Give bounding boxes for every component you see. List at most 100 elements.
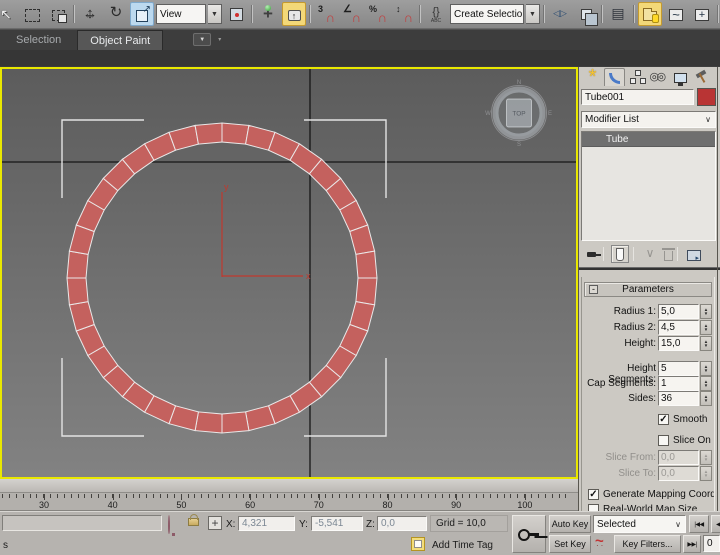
auto-key-button[interactable]: Auto Key bbox=[549, 515, 591, 533]
tube-segment[interactable] bbox=[356, 251, 377, 278]
use-pivot-point-center-button[interactable] bbox=[224, 2, 248, 26]
spinner-control[interactable]: ▲▼ bbox=[700, 376, 712, 391]
caret-down-icon: ▾ bbox=[218, 36, 221, 50]
ribbon-tab-object-paint[interactable]: Object Paint bbox=[77, 30, 163, 50]
object-name-field[interactable]: Tube001 bbox=[581, 89, 694, 105]
hierarchy-icon bbox=[629, 69, 645, 85]
tube-segment[interactable] bbox=[67, 278, 88, 305]
angle-snap-toggle-button[interactable] bbox=[340, 2, 364, 26]
snaps-toggle-3d-button[interactable] bbox=[314, 2, 338, 26]
configure-modifier-sets-button[interactable] bbox=[685, 245, 703, 263]
time-slider[interactable] bbox=[0, 479, 578, 493]
set-key-filters-curve-toggle[interactable] bbox=[593, 535, 611, 553]
set-keys-button[interactable] bbox=[512, 515, 546, 553]
go-to-end-button[interactable]: ▶▶| bbox=[683, 535, 701, 553]
ruler-tick bbox=[78, 494, 79, 498]
modifier-list-dropdown[interactable]: Modifier List ∨ bbox=[581, 111, 716, 128]
named-selection-sets-dropdown[interactable]: Create Selection Se bbox=[450, 4, 524, 24]
keyboard-shortcut-override-toggle-button[interactable] bbox=[282, 2, 306, 26]
schematic-view-button[interactable] bbox=[690, 2, 714, 26]
y-coordinate-field[interactable]: -5,541 bbox=[311, 516, 363, 531]
param-value-field[interactable]: 4,5 bbox=[658, 320, 699, 335]
tube-segment[interactable] bbox=[356, 278, 377, 305]
spinner-control[interactable]: ▲▼ bbox=[700, 361, 712, 376]
scene-explorer-toggle-button[interactable] bbox=[638, 2, 662, 26]
percent-snap-toggle-button[interactable] bbox=[366, 2, 390, 26]
select-and-rotate-button[interactable] bbox=[104, 2, 128, 26]
spinner-control[interactable]: ▲▼ bbox=[700, 391, 712, 406]
align-button[interactable] bbox=[574, 2, 598, 26]
spinner-control[interactable]: ▲▼ bbox=[700, 320, 712, 335]
selected-set-dropdown[interactable]: Selected ∨ bbox=[593, 515, 686, 533]
rectangular-selection-region-button[interactable] bbox=[20, 2, 44, 26]
spinner-snap-toggle-button[interactable] bbox=[392, 2, 416, 26]
pin-stack-button[interactable] bbox=[585, 245, 603, 263]
layer-manager-button[interactable] bbox=[606, 2, 630, 26]
mirror-button[interactable] bbox=[548, 2, 572, 26]
param-value-field[interactable]: 5,0 bbox=[658, 304, 699, 319]
command-panel-tab-display[interactable] bbox=[670, 68, 691, 86]
chevron-down-icon[interactable]: ▼ bbox=[526, 4, 540, 24]
edit-named-selection-sets-button[interactable] bbox=[424, 2, 448, 26]
chevron-down-icon[interactable]: ▼ bbox=[208, 4, 222, 24]
absolute-offset-mode-toggle[interactable] bbox=[208, 516, 222, 535]
ribbon-tab-selection[interactable]: Selection bbox=[4, 30, 73, 50]
select-and-manipulate-button[interactable] bbox=[256, 2, 280, 26]
go-to-start-button[interactable]: |◀◀ bbox=[689, 515, 709, 533]
viewport-canvas[interactable]: yxTOPNESW bbox=[2, 69, 576, 477]
panel-splitter[interactable] bbox=[579, 267, 720, 270]
tube-segment[interactable] bbox=[195, 412, 222, 433]
command-panel-tab-utilities[interactable] bbox=[692, 68, 713, 86]
track-bar[interactable]: 30405060708090100 bbox=[0, 494, 578, 511]
previous-frame-button[interactable]: ◀ bbox=[711, 515, 720, 533]
collapse-icon[interactable]: - bbox=[589, 285, 598, 294]
tube-segment[interactable] bbox=[222, 412, 249, 433]
select-and-move-button[interactable] bbox=[78, 2, 102, 26]
toolbar-separator bbox=[251, 5, 253, 23]
window-crossing-toggle-button[interactable] bbox=[46, 2, 70, 26]
set-key-button[interactable]: Set Key bbox=[549, 535, 591, 553]
tube-segment[interactable] bbox=[195, 123, 222, 144]
current-frame-field[interactable]: 0 bbox=[703, 535, 720, 552]
tube-segment[interactable] bbox=[67, 251, 88, 278]
make-unique-button[interactable] bbox=[641, 245, 659, 263]
checkbox-generate-mapping-coords-[interactable]: ✓ bbox=[588, 489, 599, 500]
tube-segment[interactable] bbox=[222, 123, 249, 144]
percent-snap-toggle-icon bbox=[370, 6, 386, 22]
status-line-field[interactable] bbox=[2, 515, 162, 531]
add-time-tag[interactable]: Add Time Tag bbox=[432, 540, 493, 551]
param-value-field[interactable]: 15,0 bbox=[658, 336, 699, 351]
parameters-rollout-header[interactable]: - Parameters bbox=[584, 282, 712, 297]
param-value-field[interactable]: 5 bbox=[658, 361, 699, 376]
adaptive-degradation-toggle[interactable] bbox=[411, 537, 425, 555]
select-and-scale-button[interactable] bbox=[130, 2, 154, 26]
key-filters-button[interactable]: Key Filters... bbox=[614, 535, 681, 553]
show-end-result-button[interactable] bbox=[611, 245, 629, 263]
curve-editor-button[interactable] bbox=[664, 2, 688, 26]
reference-coordinate-system-dropdown[interactable]: View bbox=[156, 4, 206, 24]
param-value-field[interactable]: 36 bbox=[658, 391, 699, 406]
ruler-tick bbox=[23, 494, 24, 498]
ruler-tick bbox=[414, 494, 415, 498]
modifier-stack-listbox[interactable]: Tube bbox=[581, 131, 716, 241]
x-coordinate-field[interactable]: 4,321 bbox=[238, 516, 295, 531]
spinner-control[interactable]: ▲▼ bbox=[700, 336, 712, 351]
object-color-swatch[interactable] bbox=[697, 88, 716, 106]
modifier-stack-item-tube[interactable]: Tube bbox=[582, 132, 715, 147]
select-object-button[interactable] bbox=[0, 2, 18, 26]
command-panel-tab-modify[interactable] bbox=[604, 68, 625, 86]
command-panel-tab-create[interactable] bbox=[582, 68, 603, 86]
isolate-selection-toggle[interactable] bbox=[168, 516, 170, 534]
z-coordinate-field[interactable]: 0,0 bbox=[377, 516, 427, 531]
x-coordinate-label: X: bbox=[226, 519, 235, 530]
checkbox-smooth[interactable]: ✓ bbox=[658, 414, 669, 425]
param-value-field[interactable]: 1 bbox=[658, 376, 699, 391]
selection-lock-toggle[interactable] bbox=[188, 513, 199, 531]
command-panel-tab-hierarchy[interactable] bbox=[626, 68, 647, 86]
command-panel-tab-motion[interactable] bbox=[648, 68, 669, 86]
viewport-top[interactable]: yxTOPNESW bbox=[0, 67, 578, 479]
spinner-control[interactable]: ▲▼ bbox=[700, 304, 712, 319]
checkbox-slice-on[interactable] bbox=[658, 435, 669, 446]
ribbon-minimize-dropdown[interactable]: ▼ bbox=[193, 33, 211, 46]
remove-modifier-button[interactable] bbox=[659, 245, 677, 263]
